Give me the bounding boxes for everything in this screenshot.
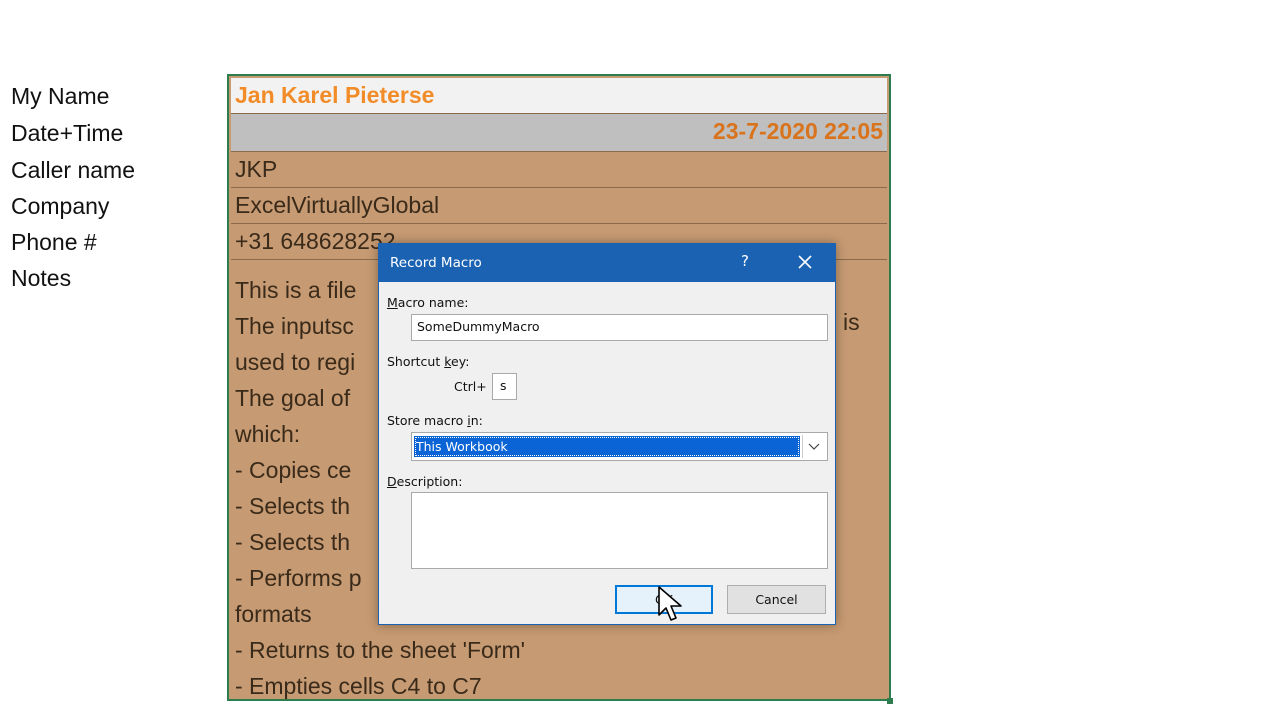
shortcut-key-input[interactable]: s: [492, 373, 517, 400]
label-notes: Notes: [11, 265, 72, 291]
dialog-titlebar[interactable]: Record Macro ?: [379, 244, 835, 282]
fill-handle[interactable]: [887, 698, 893, 704]
notes-line: - Empties cells C4 to C7: [235, 673, 482, 699]
store-macro-value: This Workbook: [414, 436, 800, 457]
notes-line: - Returns to the sheet 'Form': [235, 637, 526, 663]
label-caller-name: Caller name: [11, 157, 135, 183]
label-my-name: My Name: [11, 83, 110, 109]
dialog-title: Record Macro: [390, 255, 482, 271]
help-button[interactable]: ?: [735, 252, 755, 272]
label-phone: Phone #: [11, 229, 97, 255]
notes-fragment-right: is: [843, 309, 860, 335]
cell-caller-name[interactable]: JKP: [231, 152, 887, 188]
close-button[interactable]: [793, 250, 817, 274]
cell-company[interactable]: ExcelVirtuallyGlobal: [231, 188, 887, 224]
mouse-cursor-icon: [658, 586, 682, 621]
description-input[interactable]: [411, 492, 828, 569]
label-date-time: Date+Time: [11, 120, 124, 146]
cancel-button[interactable]: Cancel: [727, 585, 826, 614]
record-macro-dialog: Record Macro ? Macro name: SomeDummyMacr…: [378, 243, 836, 625]
label-company: Company: [11, 193, 110, 219]
cell-date-time[interactable]: 23-7-2020 22:05: [231, 114, 887, 152]
cell-my-name[interactable]: Jan Karel Pieterse: [231, 78, 887, 114]
chevron-down-icon: [808, 443, 820, 450]
store-macro-select[interactable]: This Workbook: [411, 432, 828, 461]
ctrl-label: Ctrl+: [454, 379, 487, 394]
macro-name-label: Macro name:: [387, 295, 469, 310]
store-macro-label: Store macro in:: [387, 413, 483, 428]
dropdown-arrow[interactable]: [802, 435, 825, 458]
close-icon: [798, 255, 812, 269]
macro-name-input[interactable]: SomeDummyMacro: [411, 314, 828, 341]
shortcut-key-label: Shortcut key:: [387, 354, 470, 369]
description-label: Description:: [387, 474, 463, 489]
